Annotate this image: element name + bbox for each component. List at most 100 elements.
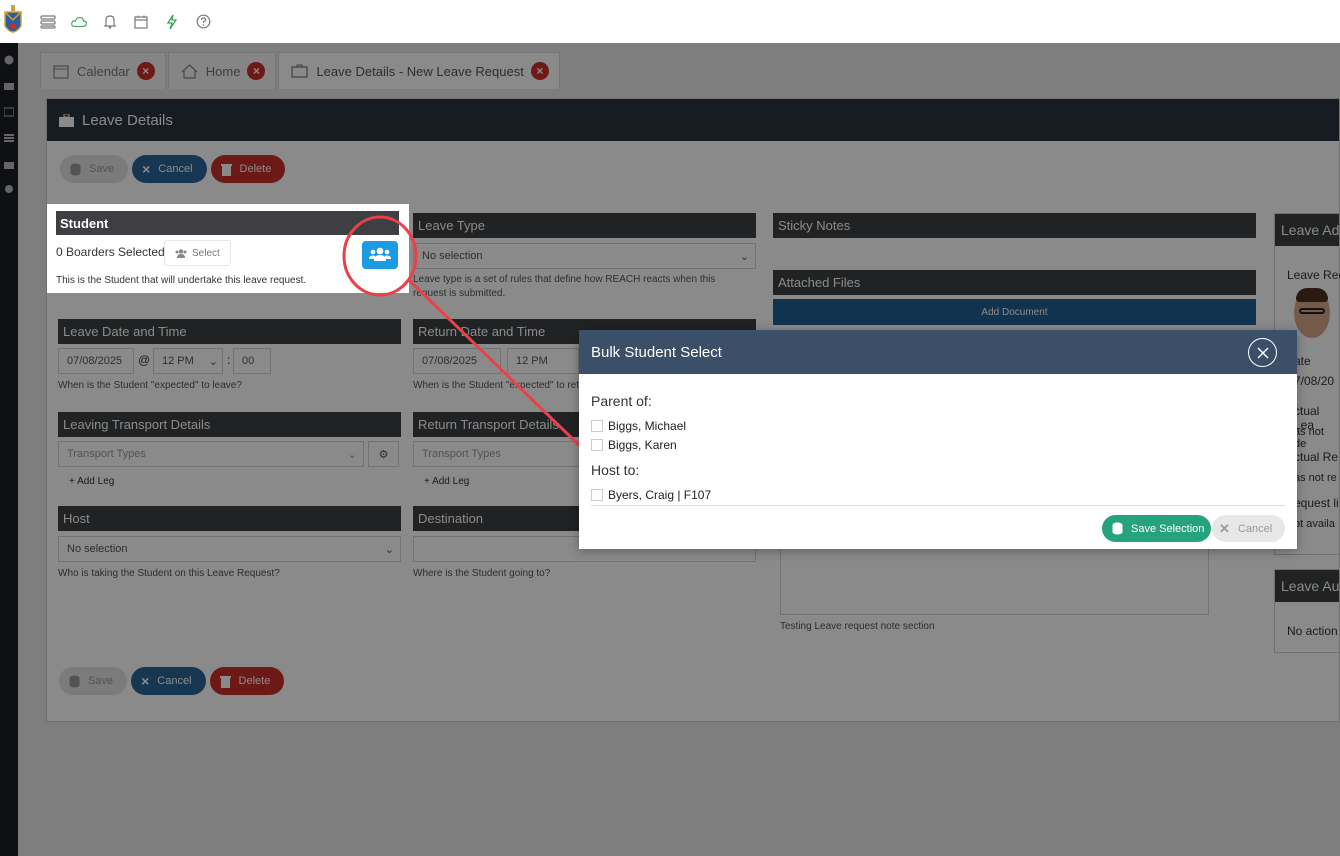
add-leg-button[interactable]: + Add Leg [69, 476, 114, 487]
host-select[interactable]: No selection ⌄ [58, 536, 401, 562]
tab-strip: Calendar × Home × Leave Details - New Le… [40, 51, 562, 89]
parent-of-label: Parent of: [591, 393, 652, 409]
help-icon[interactable] [195, 14, 211, 30]
leave-type-hint-2: request is submitted. [413, 288, 506, 299]
request-link-label: equest li [1294, 496, 1339, 510]
gear-button[interactable]: ⚙ [368, 441, 399, 467]
bulk-select-button[interactable] [362, 241, 398, 269]
delete-button[interactable]: Delete [209, 667, 285, 695]
leave-type-select[interactable]: No selection ⌄ [413, 243, 756, 269]
host-hint: Who is taking the Student on this Leave … [58, 568, 280, 579]
student-hint: This is the Student that will undertake … [56, 275, 307, 286]
cloud-icon[interactable] [71, 14, 87, 30]
menu-lines-icon[interactable] [40, 14, 56, 30]
close-icon: × [142, 161, 151, 177]
close-tab-icon[interactable]: × [530, 62, 549, 80]
checkbox[interactable] [591, 439, 603, 451]
tab-home[interactable]: Home × [167, 52, 277, 89]
student-checkbox-row[interactable]: Byers, Craig | F107 [591, 488, 711, 502]
modal-close-button[interactable] [1248, 338, 1277, 367]
cancel-button[interactable]: × Cancel [132, 155, 207, 183]
trash-icon [220, 163, 232, 176]
modal-divider [591, 505, 1285, 506]
bulk-student-select-modal: Bulk Student Select Parent of: Biggs, Mi… [579, 330, 1297, 549]
chevron-down-icon: ⌄ [208, 355, 218, 368]
date-value: 7/08/20 [1294, 374, 1335, 388]
modal-cancel-button[interactable]: ✕ Cancel [1212, 515, 1285, 542]
actual-leave-value: as not de [1294, 426, 1324, 450]
close-icon: ✕ [1219, 520, 1230, 536]
briefcase-icon[interactable] [4, 81, 14, 91]
skull-icon[interactable] [4, 185, 14, 195]
notes-textarea[interactable] [780, 545, 1209, 615]
chevron-down-icon: ⌄ [739, 250, 749, 263]
leave-requested-label: Leave Rec [1287, 268, 1340, 282]
tab-label: Home [205, 63, 241, 79]
cancel-label: Cancel [158, 163, 193, 175]
leave-type-header: Leave Type [413, 213, 756, 238]
return-hour-select[interactable]: 12 PM [507, 348, 579, 374]
image-icon[interactable] [4, 107, 14, 117]
leaving-transport-header: Leaving Transport Details [58, 412, 401, 437]
modal-header: Bulk Student Select [579, 330, 1297, 374]
leave-hour-select[interactable]: 12 PM ⌄ [153, 348, 223, 374]
leave-type-hint-1: Leave type is a set of rules that define… [413, 274, 716, 285]
briefcase-icon [291, 64, 309, 78]
chevron-down-icon: ⌄ [347, 448, 357, 461]
host-header: Host [58, 506, 401, 531]
actual-return-label: ctual Re [1294, 450, 1339, 464]
cancel-button[interactable]: × Cancel [131, 667, 206, 695]
gift-icon[interactable] [4, 159, 14, 169]
add-document-button[interactable]: Add Document [773, 299, 1256, 325]
return-transport-select[interactable]: Transport Types [413, 441, 583, 467]
save-button[interactable]: Save [59, 667, 128, 695]
tab-calendar[interactable]: Calendar × [40, 52, 166, 89]
checkbox[interactable] [591, 420, 603, 432]
delete-label: Delete [238, 675, 271, 687]
close-tab-icon[interactable]: × [247, 62, 266, 80]
leave-date-field[interactable]: 07/08/2025 [58, 348, 134, 374]
trash-icon [219, 675, 231, 688]
return-date-field[interactable]: 07/08/2025 [413, 348, 501, 374]
bell-icon[interactable] [102, 14, 118, 30]
calendar-icon[interactable] [133, 14, 149, 30]
save-label: Save [88, 675, 114, 687]
select-student-button[interactable]: Select [164, 240, 231, 266]
database-icon [1112, 522, 1123, 535]
bottom-action-buttons: Save × Cancel Delete [59, 667, 288, 695]
save-button[interactable]: Save [60, 155, 129, 183]
host-value: No selection [67, 543, 128, 555]
checkbox[interactable] [591, 489, 603, 501]
list-icon[interactable] [4, 133, 14, 143]
gear-icon: ⚙ [378, 448, 389, 461]
info-icon[interactable] [4, 55, 14, 65]
select-label: Select [192, 247, 220, 259]
leave-type-value: No selection [422, 250, 483, 262]
database-icon [69, 675, 80, 688]
student-checkbox-row[interactable]: Biggs, Michael [591, 419, 686, 433]
leaving-transport-select[interactable]: Transport Types ⌄ [58, 441, 364, 467]
database-icon [70, 163, 81, 176]
lightning-icon[interactable] [164, 14, 180, 30]
tab-leave-details[interactable]: Leave Details - New Leave Request × [278, 52, 560, 89]
delete-button[interactable]: Delete [210, 155, 286, 183]
page-title: Leave Details [82, 111, 173, 129]
leave-audit-panel: Leave Au No action [1274, 569, 1340, 653]
add-leg-button[interactable]: + Add Leg [424, 476, 469, 487]
close-tab-icon[interactable]: × [136, 62, 155, 80]
attached-files-header: Attached Files [773, 270, 1256, 295]
tab-label: Calendar [77, 63, 130, 79]
leave-hour-value: 12 PM [162, 355, 194, 367]
leave-date-hint: When is the Student "expected" to leave? [58, 380, 242, 391]
users-group-icon [369, 247, 391, 264]
request-link-value: ot availa [1294, 518, 1335, 530]
student-name: Byers, Craig | F107 [608, 488, 712, 502]
modal-title: Bulk Student Select [591, 343, 722, 361]
calendar-icon [53, 64, 69, 79]
student-checkbox-row[interactable]: Biggs, Karen [591, 438, 677, 452]
leave-minute-field[interactable]: 00 [233, 348, 271, 374]
close-icon [1256, 346, 1269, 359]
sticky-notes-header: Sticky Notes [773, 213, 1256, 238]
save-selection-button[interactable]: Save Selection [1102, 515, 1211, 542]
tab-label: Leave Details - New Leave Request [316, 63, 524, 79]
